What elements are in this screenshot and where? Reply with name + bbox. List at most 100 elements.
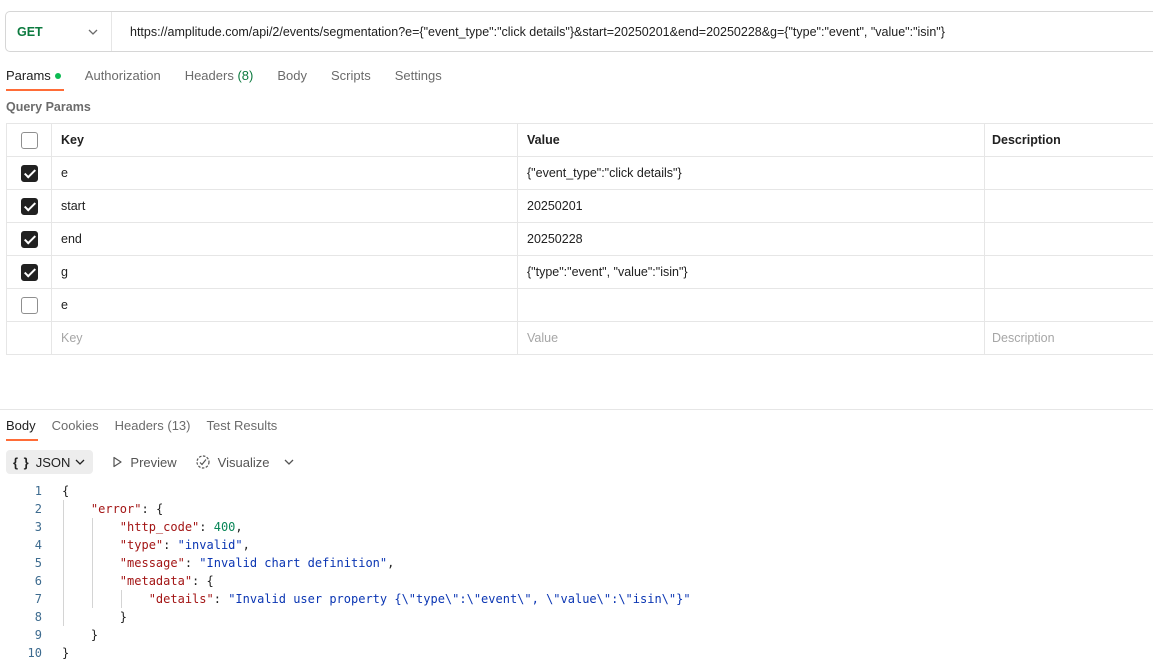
line-number: 2 (34, 502, 42, 516)
table-row: g {"type":"event", "value":"isin"} (6, 255, 1153, 289)
line-number: 1 (34, 484, 42, 498)
chevron-down-icon (88, 29, 98, 35)
visualize-icon (196, 455, 210, 469)
response-divider[interactable] (0, 409, 1153, 410)
table-row: end 20250228 (6, 222, 1153, 256)
code-line: 3 "http_code": 400, (0, 518, 1153, 536)
new-value-input[interactable]: Value (517, 321, 985, 355)
tab-label: Authorization (84, 68, 161, 83)
tab-body[interactable]: Body (277, 61, 307, 91)
table-header-row: Key Value Description (6, 123, 1153, 157)
check-cell (6, 189, 52, 223)
param-value[interactable]: {"event_type":"click details"} (517, 156, 985, 190)
select-all-cell (6, 123, 52, 157)
new-description-input[interactable]: Description (984, 321, 1153, 355)
param-value[interactable]: 20250201 (517, 189, 985, 223)
code-line: 6 "metadata": { (0, 572, 1153, 590)
tab-response-body[interactable]: Body (6, 411, 38, 441)
postman-request-view: GET https://amplitude.com/api/2/events/s… (0, 0, 1153, 666)
code-line: 4 "type": "invalid", (0, 536, 1153, 554)
key-header: Key (51, 123, 518, 157)
new-param-row: Key Value Description (6, 321, 1153, 355)
param-description[interactable] (984, 255, 1153, 289)
code-line: 7 "details": "Invalid user property {\"t… (0, 590, 1153, 608)
param-key[interactable]: start (51, 189, 518, 223)
chevron-down-icon (75, 459, 85, 465)
tab-authorization[interactable]: Authorization (85, 61, 161, 91)
tab-params[interactable]: Params (6, 61, 64, 91)
table-row: e {"event_type":"click details"} (6, 156, 1153, 190)
chevron-down-icon (284, 459, 294, 465)
tab-label: Scripts (330, 68, 371, 83)
query-params-table: Key Value Description e {"event_type":"c… (6, 123, 1153, 355)
param-checkbox[interactable] (20, 296, 38, 314)
format-select[interactable]: { } JSON (6, 450, 94, 474)
table-row: start 20250201 (6, 189, 1153, 223)
headers-count: (8) (237, 68, 254, 83)
format-label: JSON (35, 454, 71, 470)
param-key[interactable]: e (51, 156, 518, 190)
active-dot-icon (54, 72, 61, 79)
url-bar: GET https://amplitude.com/api/2/events/s… (5, 11, 1153, 52)
param-description[interactable] (984, 156, 1153, 190)
code-line: 1 { (0, 482, 1153, 500)
tab-label: Body (277, 68, 307, 83)
tab-label: Headers (114, 418, 164, 433)
check-cell (6, 321, 52, 355)
param-key[interactable]: g (51, 255, 518, 289)
tab-headers[interactable]: Headers (8) (185, 61, 254, 91)
response-tabs: Body Cookies Headers (13) Test Results (6, 411, 293, 441)
param-checkbox[interactable] (20, 230, 38, 248)
param-key[interactable]: e (51, 288, 518, 322)
code-line: 5 "message": "Invalid chart definition", (0, 554, 1153, 572)
new-key-input[interactable]: Key (51, 321, 518, 355)
check-cell (6, 255, 52, 289)
tab-scripts[interactable]: Scripts (331, 61, 371, 91)
request-tabs: Params Authorization Headers (8) Body Sc… (6, 61, 466, 91)
visualize-menu-button[interactable] (283, 456, 302, 468)
response-body-viewer[interactable]: 1 { 2 "error": { 3 "http_code": 400, 4 "… (0, 482, 1153, 662)
response-headers-count: (13) (167, 418, 191, 433)
param-checkbox[interactable] (20, 263, 38, 281)
preview-label: Preview (130, 454, 177, 470)
select-all-checkbox[interactable] (20, 131, 38, 149)
description-header: Description (984, 123, 1153, 157)
value-header: Value (517, 123, 985, 157)
check-cell (6, 222, 52, 256)
url-input[interactable]: https://amplitude.com/api/2/events/segme… (112, 25, 945, 39)
line-number: 10 (27, 646, 42, 660)
tab-cookies[interactable]: Cookies (52, 411, 99, 441)
tab-settings[interactable]: Settings (395, 61, 442, 91)
table-row: e (6, 288, 1153, 322)
tab-label: Body (6, 418, 36, 433)
code-line: 8 } (0, 608, 1153, 626)
tab-response-headers[interactable]: Headers (13) (115, 411, 191, 441)
check-cell (6, 156, 52, 190)
tab-label: Test Results (206, 418, 278, 433)
line-number: 6 (34, 574, 42, 588)
param-description[interactable] (984, 189, 1153, 223)
tab-label: Cookies (51, 418, 99, 433)
visualize-button[interactable]: Visualize (195, 454, 270, 470)
response-toolbar: { } JSON Preview Visualize (6, 450, 302, 474)
method-select[interactable]: GET (6, 12, 112, 51)
tab-label: Headers (184, 68, 234, 83)
preview-button[interactable]: Preview (111, 454, 177, 470)
tab-label: Settings (394, 68, 442, 83)
param-checkbox[interactable] (20, 197, 38, 215)
param-key[interactable]: end (51, 222, 518, 256)
param-value[interactable]: 20250228 (517, 222, 985, 256)
check-cell (6, 288, 52, 322)
visualize-label: Visualize (217, 454, 270, 470)
line-number: 8 (34, 610, 42, 624)
param-checkbox[interactable] (20, 164, 38, 182)
param-value[interactable]: {"type":"event", "value":"isin"} (517, 255, 985, 289)
tab-test-results[interactable]: Test Results (207, 411, 278, 441)
braces-icon: { } (13, 454, 30, 470)
param-description[interactable] (984, 288, 1153, 322)
line-number: 9 (34, 628, 42, 642)
param-value[interactable] (517, 288, 985, 322)
code-line: 2 "error": { (0, 500, 1153, 518)
query-params-title: Query Params (6, 100, 91, 114)
param-description[interactable] (984, 222, 1153, 256)
